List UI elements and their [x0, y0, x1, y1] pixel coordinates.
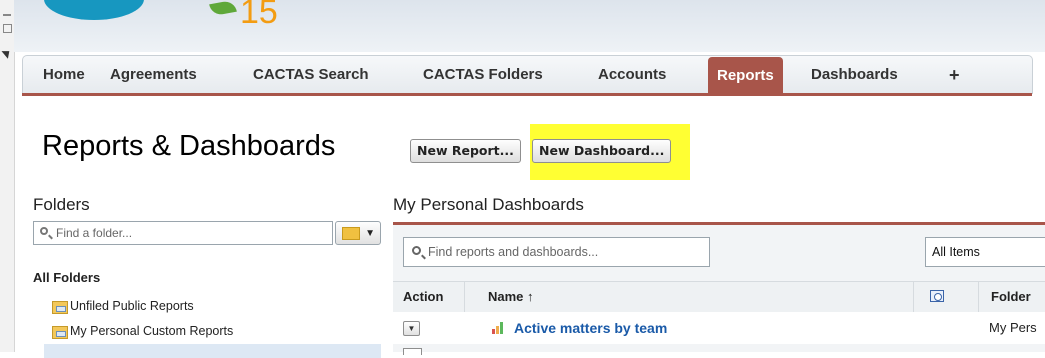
folder-item-selected[interactable]	[44, 344, 381, 358]
add-tab-button[interactable]: +	[949, 56, 960, 94]
logo-leaf-icon	[209, 0, 237, 17]
folders-title: Folders	[33, 195, 90, 214]
new-dashboard-button[interactable]: New Dashboard...	[532, 139, 672, 163]
item-filter-select[interactable]: All Items	[925, 237, 1045, 267]
folder-icon	[52, 326, 68, 339]
header-logo-area: 15	[14, 0, 1045, 52]
row-folder: My Pers	[989, 320, 1037, 335]
folder-search-input[interactable]: Find a folder...	[33, 221, 333, 245]
tab-accounts[interactable]: Accounts	[598, 56, 666, 94]
column-folder[interactable]: Folder	[991, 282, 1031, 312]
column-separator	[913, 282, 914, 312]
tab-cactas-search[interactable]: CACTAS Search	[253, 56, 369, 94]
tab-bar: Home Agreements CACTAS Search CACTAS Fol…	[22, 55, 1033, 94]
folder-icon	[342, 227, 360, 240]
column-separator	[978, 282, 979, 312]
logo-number: 15	[240, 0, 278, 31]
folder-item-label: Unfiled Public Reports	[70, 299, 194, 313]
gutter-arrow-icon	[1, 47, 13, 59]
search-icon	[40, 227, 48, 235]
folder-search-placeholder: Find a folder...	[56, 226, 133, 240]
schedule-icon[interactable]	[930, 290, 944, 302]
tab-reports[interactable]: Reports	[708, 57, 783, 94]
section-title: My Personal Dashboards	[393, 195, 584, 214]
tab-agreements[interactable]: Agreements	[110, 56, 197, 94]
search-icon	[412, 246, 421, 255]
table-row: ▼ Active matters by team My Pers	[393, 312, 1045, 344]
gutter-box	[3, 24, 12, 33]
report-search-input[interactable]: Find reports and dashboards...	[403, 237, 710, 267]
folder-icon	[52, 301, 68, 314]
logo-cloud-icon	[44, 0, 144, 20]
column-action: Action	[403, 289, 444, 304]
column-separator	[464, 282, 465, 312]
left-gutter	[0, 0, 15, 352]
new-report-button[interactable]: New Report...	[410, 139, 521, 163]
gutter-mark	[3, 14, 11, 16]
row-name-link[interactable]: Active matters by team	[514, 312, 667, 344]
folder-actions-button[interactable]: ▼	[335, 221, 381, 245]
folder-item-label: My Personal Custom Reports	[70, 324, 234, 338]
tab-home[interactable]: Home	[43, 56, 85, 94]
all-folders-label[interactable]: All Folders	[33, 270, 100, 285]
tab-cactas-folders[interactable]: CACTAS Folders	[423, 56, 543, 94]
tab-dashboards[interactable]: Dashboards	[811, 56, 898, 94]
page-title: Reports & Dashboards	[42, 130, 336, 162]
report-search-placeholder: Find reports and dashboards...	[428, 245, 599, 259]
row-action-dropdown[interactable]: ▼	[403, 321, 420, 336]
column-name[interactable]: Name ↑	[488, 282, 534, 312]
dropdown-arrow-icon: ▼	[365, 228, 375, 239]
chart-bars-icon	[492, 322, 506, 334]
tab-bar-underline	[22, 93, 1032, 96]
table-header: Action Name ↑ Folder	[393, 281, 1045, 313]
